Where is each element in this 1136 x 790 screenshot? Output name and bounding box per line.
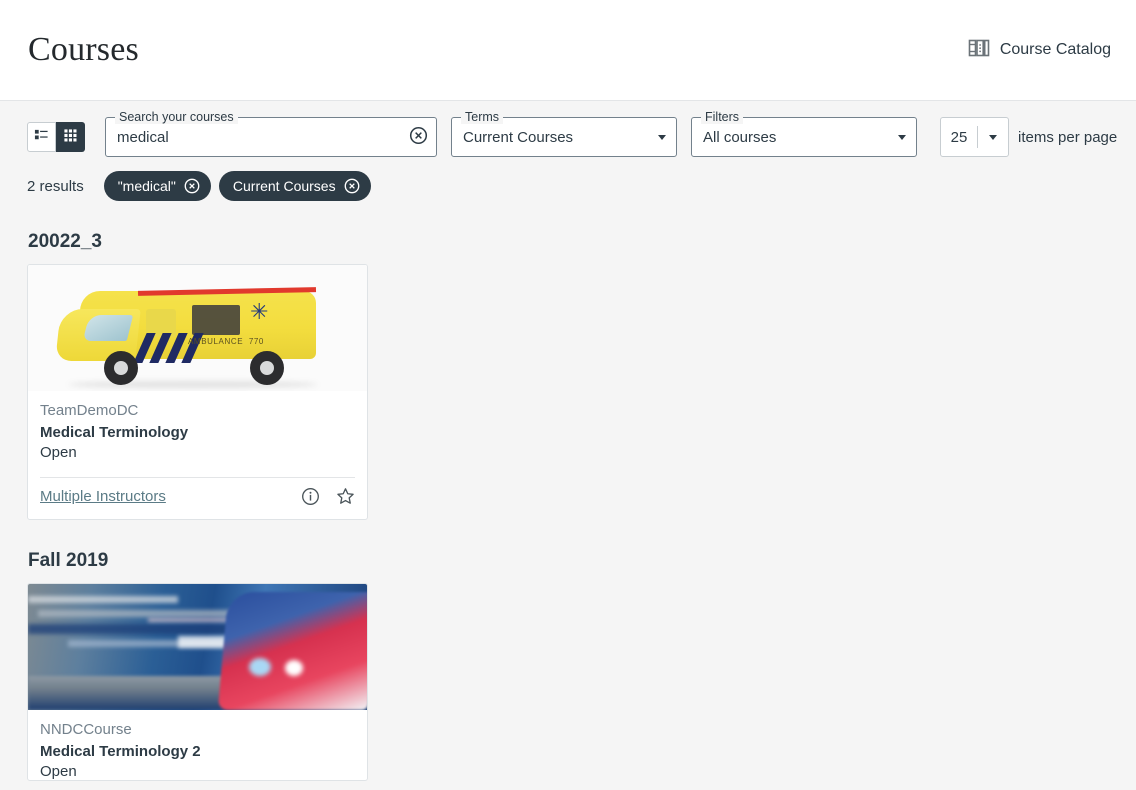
clear-search-button[interactable] — [408, 127, 428, 147]
active-filter-chips: "medical" Current Courses — [104, 171, 371, 201]
course-card-body: NNDCCourse Medical Terminology 2 Open — [28, 710, 367, 780]
course-name-link[interactable]: Medical Terminology 2 — [40, 743, 355, 760]
page-header: Courses Course Catalog — [0, 0, 1136, 101]
course-list: 20022_3 ✳ AMBULANCE 770 TeamDemoDC Medic… — [0, 231, 1136, 781]
course-card-actions — [301, 487, 355, 506]
term-heading: 20022_3 — [28, 231, 1111, 253]
course-card-image — [28, 584, 367, 710]
info-circle-icon[interactable] — [301, 487, 320, 506]
course-card: ✳ AMBULANCE 770 TeamDemoDC Medical Termi… — [27, 264, 368, 520]
course-name-link[interactable]: Medical Terminology — [40, 424, 355, 441]
grid-view-icon — [63, 128, 78, 146]
course-code: TeamDemoDC — [40, 402, 355, 419]
per-page-value: 25 — [941, 129, 977, 146]
grid-view-button[interactable] — [56, 122, 85, 152]
filter-chip-search[interactable]: "medical" — [104, 171, 211, 201]
results-count: 2 results — [27, 178, 84, 195]
items-per-page-control: 25 items per page — [940, 117, 1117, 157]
term-heading: Fall 2019 — [28, 550, 1111, 572]
circle-x-icon[interactable] — [184, 178, 200, 194]
course-card-image: ✳ AMBULANCE 770 — [28, 265, 367, 391]
course-card: NNDCCourse Medical Terminology 2 Open — [27, 583, 368, 781]
clear-circle-x-icon — [409, 126, 428, 148]
star-outline-icon[interactable] — [336, 487, 355, 506]
terms-label: Terms — [461, 110, 503, 124]
filters-label: Filters — [701, 110, 743, 124]
chevron-down-icon — [898, 135, 906, 140]
filter-toolbar: Search your courses Terms Current Course… — [0, 101, 1136, 157]
circle-x-icon[interactable] — [344, 178, 360, 194]
course-catalog-link[interactable]: Course Catalog — [967, 36, 1111, 65]
filter-chip-term[interactable]: Current Courses — [219, 171, 371, 201]
search-label: Search your courses — [115, 110, 238, 124]
list-view-icon — [34, 128, 49, 146]
filters-select[interactable]: Filters All courses — [691, 117, 917, 157]
course-code: NNDCCourse — [40, 721, 355, 738]
terms-select[interactable]: Terms Current Courses — [451, 117, 677, 157]
per-page-select[interactable]: 25 — [940, 117, 1009, 157]
view-toggle-group — [27, 122, 85, 152]
search-field: Search your courses — [105, 117, 437, 157]
results-row: 2 results "medical" Current Courses — [0, 157, 1136, 201]
chip-label: Current Courses — [233, 178, 336, 194]
filters-value: All courses — [692, 129, 898, 146]
chip-label: "medical" — [118, 178, 176, 194]
course-status: Open — [40, 444, 355, 461]
course-card-body: TeamDemoDC Medical Terminology Open — [28, 391, 367, 478]
instructors-link[interactable]: Multiple Instructors — [40, 488, 166, 505]
course-catalog-label: Course Catalog — [1000, 41, 1111, 59]
list-view-button[interactable] — [27, 122, 56, 152]
page-title: Courses — [28, 31, 139, 69]
books-icon — [967, 36, 991, 65]
per-page-label: items per page — [1018, 129, 1117, 146]
chevron-down-icon — [658, 135, 666, 140]
course-card-footer: Multiple Instructors — [28, 478, 367, 519]
course-status: Open — [40, 763, 355, 780]
per-page-caret-button[interactable] — [978, 118, 1008, 156]
terms-value: Current Courses — [452, 129, 658, 146]
chevron-down-icon — [989, 135, 997, 140]
